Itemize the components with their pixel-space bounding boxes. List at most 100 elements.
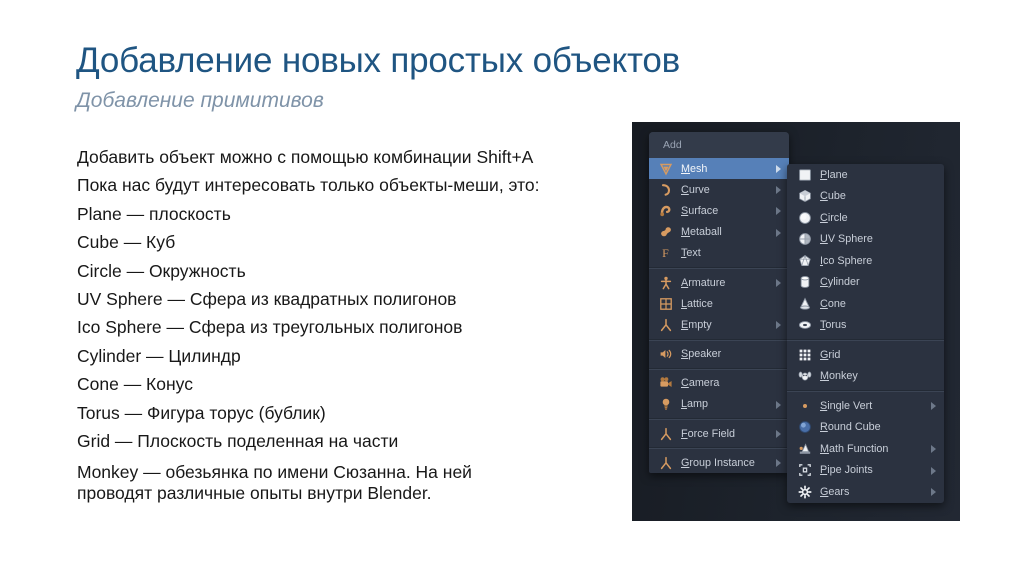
submenu-arrow-icon [774,400,783,409]
submenu-arrow-icon [929,278,938,287]
mesh-cone-icon [657,161,674,176]
menu-item-gears[interactable]: Gears [787,481,944,503]
force-field-icon [657,426,674,441]
menu-item-armature[interactable]: Armature [649,272,789,293]
menu-item-ico-sphere[interactable]: Ico Sphere [787,250,944,272]
grid-mesh-icon [796,347,813,362]
metaball-icon [657,225,674,240]
menu-item-cylinder[interactable]: Cylinder [787,272,944,294]
circle-mesh-icon [796,210,813,225]
menu-item-lattice[interactable]: Lattice [649,293,789,314]
submenu-arrow-icon [774,164,783,174]
menu-item-label: Ico Sphere [820,254,873,267]
menu-item-label: Lamp [681,398,709,411]
menu-item-label: UV Sphere [820,233,873,246]
menu-item-label: Armature [681,276,726,289]
cube-mesh-icon [796,189,813,204]
pipe-joints-icon [796,463,813,478]
menu-item-curve[interactable]: Curve [649,179,789,200]
submenu-arrow-icon [929,321,938,330]
blender-screenshot-panel: Add Mesh Curve Surface Metaball F Text Armatur… [632,122,960,521]
ico-sphere-mesh-icon [796,253,813,268]
add-menu[interactable]: Add Mesh Curve Surface Metaball F Text Armatur… [649,132,789,474]
menu-item-label: Surface [681,204,719,217]
submenu-arrow-icon [774,278,783,288]
menu-item-metaball[interactable]: Metaball [649,222,789,243]
menu-item-round-cube[interactable]: Round Cube [787,417,944,439]
plane-mesh-icon [796,167,813,182]
menu-item-grid[interactable]: Grid [787,344,944,366]
menu-item-label: Camera [681,377,720,390]
menu-item-label: Cylinder [820,276,860,289]
page-subtitle: Добавление примитивов [76,89,324,112]
uv-sphere-mesh-icon [796,232,813,247]
menu-item-label: Gears [820,485,850,498]
page-title: Добавление новых простых объектов [76,41,681,80]
submenu-arrow-icon [929,401,938,411]
submenu-arrow-icon [929,350,938,359]
submenu-arrow-icon [929,372,938,381]
menu-item-label: Empty [681,318,712,331]
body-line: Cone — Конус [77,374,193,395]
menu-item-label: Curve [681,183,710,196]
menu-item-plane[interactable]: Plane [787,164,944,186]
menu-item-label: Grid [820,348,841,361]
menu-item-surface[interactable]: Surface [649,200,789,221]
add-menu-items: Mesh Curve Surface Metaball F Text Armature Lat… [649,158,789,473]
menu-item-label: Torus [820,319,847,332]
monkey-mesh-icon [796,369,813,384]
menu-item-camera[interactable]: Camera [649,373,789,394]
menu-separator [649,338,789,341]
text-f-icon: F [662,246,669,261]
body-line: Torus — Фигура торус (бублик) [77,402,326,423]
body-paragraph-monkey: Monkey — обезьянка по имени Сюзанна. На … [77,462,472,504]
menu-item-uv-sphere[interactable]: UV Sphere [787,229,944,251]
submenu-arrow-icon [929,444,938,454]
submenu-arrow-icon [929,235,938,244]
menu-item-math-function[interactable]: Math Function [787,438,944,460]
menu-item-cone[interactable]: Cone [787,293,944,315]
menu-item-speaker[interactable]: Speaker [649,344,789,365]
submenu-arrow-icon [929,487,938,497]
menu-item-torus[interactable]: Torus [787,315,944,337]
menu-item-label: Round Cube [820,421,881,434]
menu-item-circle[interactable]: Circle [787,207,944,229]
menu-item-label: Lattice [681,297,713,310]
menu-item-cube[interactable]: Cube [787,186,944,208]
menu-item-lamp[interactable]: Lamp [649,394,789,415]
menu-item-label: Metaball [681,226,722,239]
menu-item-mesh[interactable]: Mesh [649,158,789,180]
menu-item-text[interactable]: F Text [649,243,789,264]
group-instance-icon [657,455,674,470]
lamp-icon [657,397,674,412]
menu-separator [649,266,789,269]
submenu-arrow-icon [774,429,783,439]
menu-item-single-vert[interactable]: Single Vert [787,395,944,417]
submenu-arrow-icon [774,320,783,330]
body-line: Пока нас будут интересовать только объек… [77,175,540,196]
menu-item-monkey[interactable]: Monkey [787,366,944,388]
menu-separator [787,339,944,341]
menu-item-label: Math Function [820,442,889,455]
menu-item-pipe-joints[interactable]: Pipe Joints [787,460,944,482]
menu-separator [649,367,789,370]
submenu-arrow-icon [774,249,783,258]
empty-axes-icon [657,317,674,332]
body-line: Cylinder — Цилиндр [77,345,241,366]
submenu-arrow-icon [929,213,938,222]
menu-item-group-instance[interactable]: Group Instance [649,452,789,473]
body-line: UV Sphere — Сфера из квадратных полигоно… [77,289,457,310]
menu-item-empty[interactable]: Empty [649,314,789,335]
cone-mesh-icon [796,296,813,311]
add-menu-header: Add [649,132,789,158]
menu-item-force-field[interactable]: Force Field [649,423,789,444]
submenu-arrow-icon [929,423,938,432]
body-line: Plane — плоскость [77,203,231,224]
submenu-arrow-icon [774,379,783,388]
mesh-submenu[interactable]: Plane Cube Circle UV Sphere Ico Sphere Cylind… [787,164,944,503]
submenu-arrow-icon [774,350,783,359]
submenu-arrow-icon [774,299,783,308]
camera-icon [657,376,674,391]
menu-separator [787,390,944,392]
menu-separator [649,418,789,421]
